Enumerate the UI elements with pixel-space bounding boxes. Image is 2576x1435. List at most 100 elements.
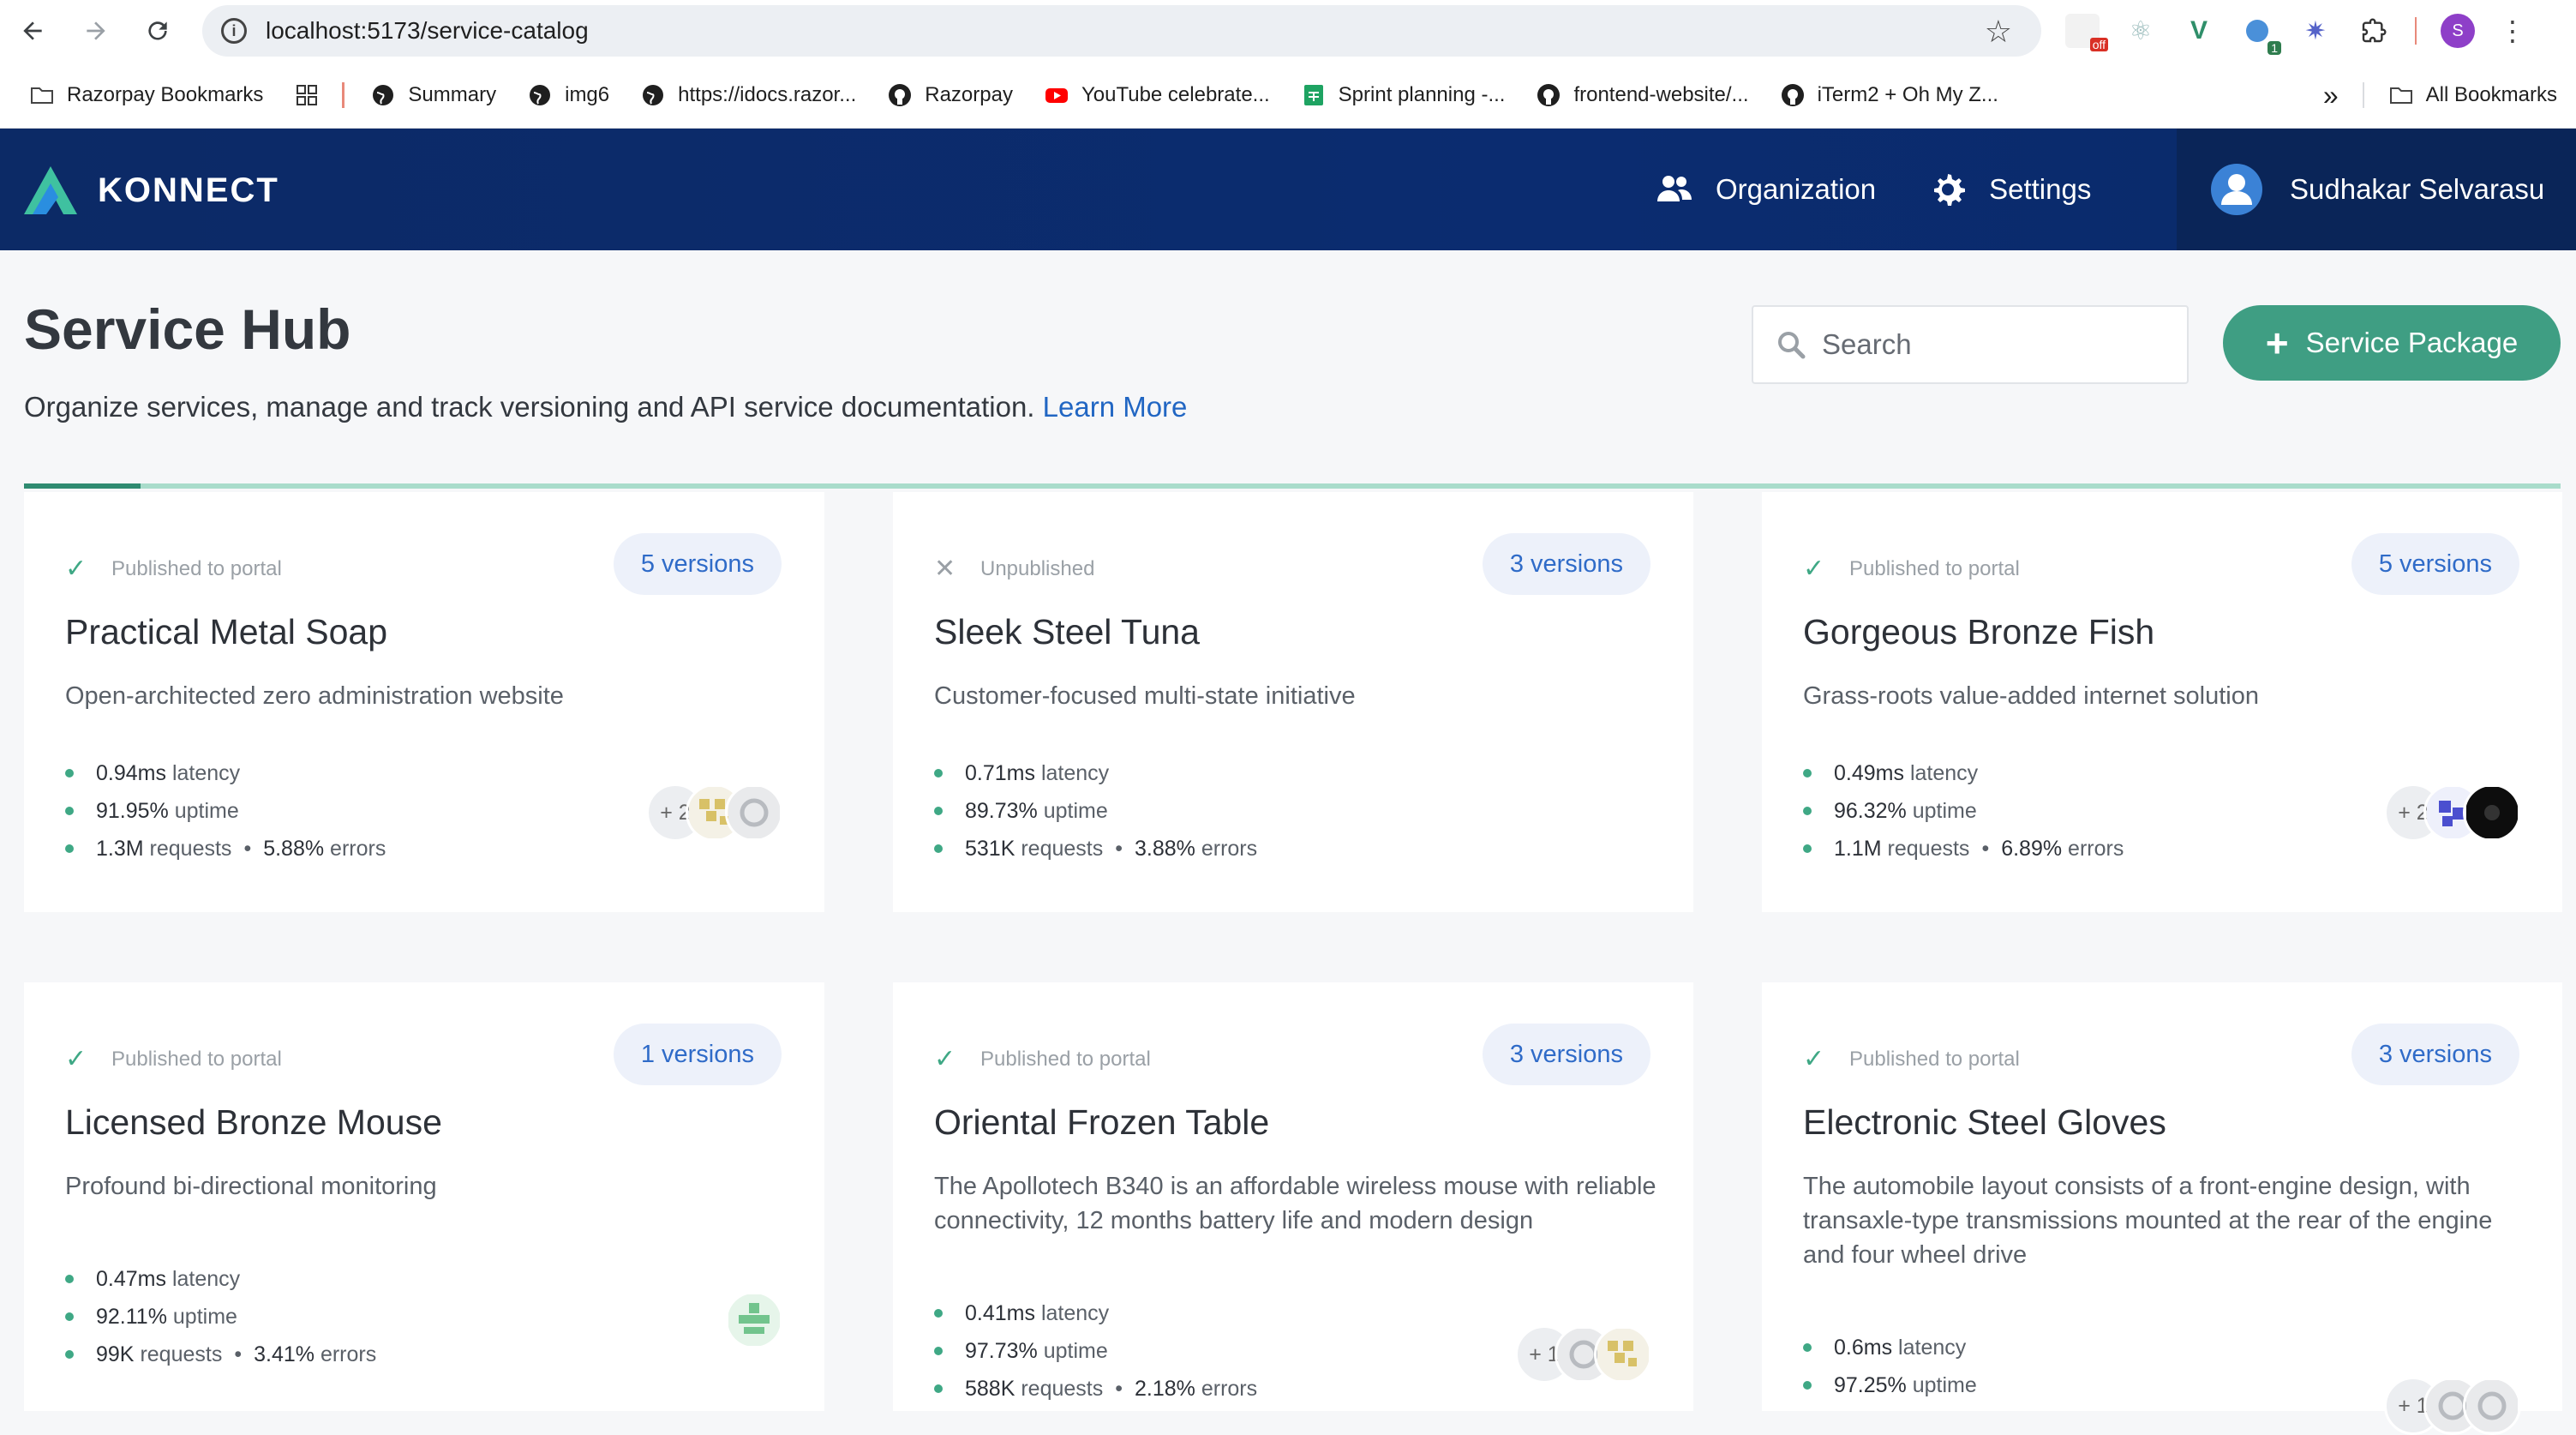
gear-extension-icon[interactable]: ✷	[2298, 14, 2333, 48]
service-title[interactable]: Sleek Steel Tuna	[934, 612, 1200, 652]
back-icon[interactable]	[14, 12, 51, 50]
browser-toolbar: i localhost:5173/service-catalog ☆ off ⚛…	[0, 0, 2576, 62]
reload-icon[interactable]	[139, 12, 177, 50]
bookmark-item[interactable]: iTerm2 + Oh My Z...	[1780, 82, 1998, 108]
bookmark-item[interactable]: https://idocs.razor...	[640, 82, 856, 108]
bookmark-item[interactable]: YouTube celebrate...	[1044, 82, 1270, 108]
versions-badge[interactable]: 3 versions	[1482, 533, 1650, 595]
bookmark-label: Sprint planning -...	[1338, 82, 1506, 106]
bookmark-item[interactable]: Summary	[370, 82, 496, 108]
contributor-avatars[interactable]: + 1	[1515, 1325, 1652, 1384]
progress-fill	[24, 483, 141, 489]
service-description: Grass-roots value-added internet solutio…	[1803, 682, 2259, 710]
puzzle-extensions-icon[interactable]	[2357, 14, 2391, 48]
contributor-avatars[interactable]	[725, 1291, 783, 1349]
service-card[interactable]: ✓ Published to portal 5 versions Practical …	[24, 492, 824, 912]
user-avatar-icon	[2211, 164, 2262, 215]
bookmarks-overflow-icon[interactable]: »	[2323, 80, 2339, 111]
service-metrics: 0.41ms latency 97.73% uptime 588K requests…	[934, 1294, 1257, 1408]
contributor-avatars[interactable]: + 2	[646, 784, 783, 842]
metric-separator: •	[234, 1342, 243, 1366]
service-card[interactable]: ✓ Published to portal 3 versions Oriental F…	[893, 982, 1693, 1411]
brand-logo[interactable]: KONNECT	[24, 166, 279, 214]
learn-more-link[interactable]: Learn More	[1043, 391, 1188, 423]
service-title[interactable]: Practical Metal Soap	[65, 612, 387, 652]
page-subtitle: Organize services, manage and track vers…	[24, 391, 1187, 423]
bookmark-item[interactable]: Razorpay Bookmarks	[29, 82, 263, 108]
extension-off-icon[interactable]: off	[2065, 14, 2108, 51]
service-metrics: 0.49ms latency 96.32% uptime 1.1M requests…	[1803, 754, 2124, 868]
requests-value: 531K	[965, 836, 1015, 861]
bookmark-item[interactable]: frontend-website/...	[1536, 82, 1749, 108]
metric-dot	[934, 807, 943, 815]
versions-badge[interactable]: 3 versions	[2351, 1024, 2519, 1085]
site-info-icon[interactable]: i	[221, 18, 247, 44]
metric-latency: 0.41ms latency	[934, 1294, 1257, 1332]
contributor-avatars[interactable]: + 1	[2384, 1377, 2521, 1435]
latency-value: 0.47ms	[96, 1266, 166, 1291]
address-bar[interactable]: i localhost:5173/service-catalog ☆	[202, 5, 2041, 57]
service-description: The automobile layout consists of a fron…	[1803, 1173, 2493, 1269]
service-card[interactable]: ✓ Published to portal 1 versions Licensed B…	[24, 982, 824, 1411]
metric-requests: 588K requests • 2.18% errors	[934, 1370, 1257, 1408]
contributor-avatars[interactable]: + 2	[2384, 784, 2521, 842]
add-service-package-button[interactable]: + Service Package	[2223, 305, 2561, 381]
check-icon: ✓	[934, 1045, 956, 1073]
user-menu[interactable]: Sudhakar Selvarasu	[2177, 129, 2576, 250]
nav-organization[interactable]: Organization	[1656, 171, 1876, 208]
nav-settings-label: Settings	[1989, 173, 2092, 205]
metric-uptime: 91.95% uptime	[65, 792, 386, 830]
metric-requests: 1.3M requests • 5.88% errors	[65, 830, 386, 868]
service-title[interactable]: Electronic Steel Gloves	[1803, 1102, 2166, 1143]
service-title[interactable]: Gorgeous Bronze Fish	[1803, 612, 2154, 652]
bookmark-item[interactable]: Sprint planning -...	[1301, 82, 1506, 108]
latency-value: 0.94ms	[96, 760, 166, 785]
search-input[interactable]	[1822, 328, 2165, 361]
metric-uptime: 97.73% uptime	[934, 1332, 1257, 1370]
service-title[interactable]: Licensed Bronze Mouse	[65, 1102, 442, 1143]
versions-badge[interactable]: 1 versions	[613, 1024, 782, 1085]
all-bookmarks[interactable]: All Bookmarks	[2388, 82, 2557, 108]
bookmark-item[interactable]: Razorpay	[887, 82, 1013, 108]
nav-settings[interactable]: Settings	[1929, 171, 2091, 208]
url-text[interactable]: localhost:5173/service-catalog	[266, 17, 589, 45]
apps-grid-icon[interactable]	[294, 82, 320, 108]
gear-icon	[1934, 174, 1966, 206]
metric-uptime: 89.73% uptime	[934, 792, 1257, 830]
metric-uptime: 92.11% uptime	[65, 1298, 376, 1336]
bookmark-divider	[2362, 82, 2364, 108]
errors-label: errors	[320, 1342, 377, 1366]
errors-value: 6.89%	[2001, 836, 2063, 861]
bookmark-star-icon[interactable]: ☆	[1985, 14, 2012, 50]
bookmark-item[interactable]: img6	[527, 82, 609, 108]
menu-kebab-icon[interactable]: ⋮	[2499, 17, 2526, 45]
service-card[interactable]: ✓ Published to portal 3 versions Electronic…	[1762, 982, 2562, 1435]
forward-icon[interactable]	[77, 12, 115, 50]
latency-label: latency	[171, 760, 241, 785]
metric-latency: 0.49ms latency	[1803, 754, 2124, 792]
search-box[interactable]	[1752, 305, 2189, 384]
translate-extension-icon[interactable]: 1	[2240, 14, 2281, 55]
nav-organization-label: Organization	[1716, 173, 1877, 205]
errors-label: errors	[1201, 1376, 1258, 1401]
vue-devtools-icon[interactable]: V	[2182, 14, 2216, 48]
service-title[interactable]: Oriental Frozen Table	[934, 1102, 1269, 1143]
versions-badge[interactable]: 5 versions	[613, 533, 782, 595]
metric-dot	[1803, 1381, 1812, 1390]
profile-avatar[interactable]: S	[2441, 14, 2475, 48]
latency-value: 0.41ms	[965, 1300, 1035, 1325]
versions-badge[interactable]: 3 versions	[1482, 1024, 1650, 1085]
requests-value: 1.3M	[96, 836, 144, 861]
search-icon	[1778, 332, 1806, 359]
service-card[interactable]: ✓ Published to portal 5 versions Gorgeous B…	[1762, 492, 2562, 912]
service-card[interactable]: ✕ Unpublished 3 versions Sleek Steel Tuna Cu…	[893, 492, 1693, 912]
publish-status: ✓ Published to portal	[65, 1044, 282, 1074]
versions-badge[interactable]: 5 versions	[2351, 533, 2519, 595]
react-devtools-icon[interactable]: ⚛	[2124, 14, 2158, 48]
metric-dot	[65, 807, 74, 815]
folder-icon	[29, 82, 55, 108]
metric-latency: 0.94ms latency	[65, 754, 386, 792]
check-icon: ✓	[1803, 555, 1825, 583]
latency-label: latency	[1040, 760, 1110, 785]
metric-uptime: 97.25% uptime	[1803, 1366, 1977, 1404]
